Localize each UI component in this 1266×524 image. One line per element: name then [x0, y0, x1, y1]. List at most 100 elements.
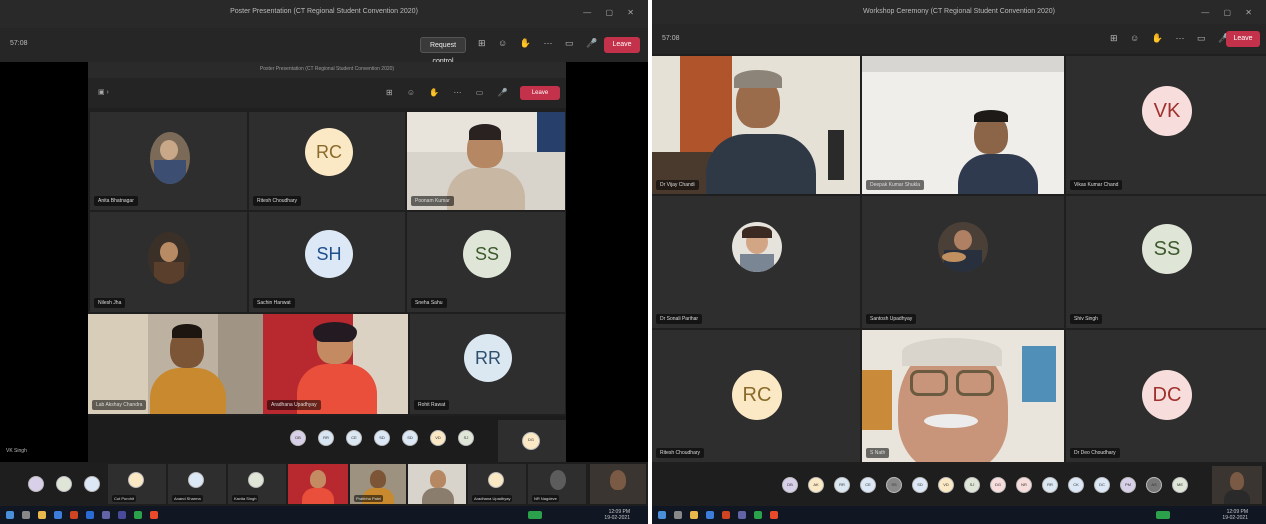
overflow-avatar[interactable]: CE	[860, 477, 876, 493]
participant-tile[interactable]: Nilesh Jha	[90, 212, 247, 312]
participant-tile[interactable]: SS Sneha Sahu	[407, 212, 565, 312]
right-leave-button[interactable]: Leave	[1226, 31, 1260, 47]
overflow-avatar[interactable]: SD	[912, 477, 928, 493]
teams-icon[interactable]	[118, 511, 126, 519]
participant-tile[interactable]: Anita Bhatnagar	[90, 112, 247, 210]
overflow-avatar[interactable]: DB	[290, 430, 306, 446]
overflow-avatar[interactable]: SD	[374, 430, 390, 446]
browser-icon[interactable]	[706, 511, 714, 519]
overflow-avatar[interactable]: SS	[886, 477, 902, 493]
overflow-avatar[interactable]: CK	[1068, 477, 1084, 493]
self-preview[interactable]	[1212, 466, 1262, 504]
app-icon[interactable]	[754, 511, 762, 519]
overflow-avatar[interactable]	[56, 476, 72, 492]
avatar	[732, 222, 782, 272]
participant-video[interactable]: Lab Akshay Chandra	[88, 314, 263, 414]
participant-name: S Nath	[866, 448, 890, 458]
participant-tile[interactable]: RC Ritesh Choudhary	[249, 112, 405, 210]
participant-name: Aradhana Upadhyay	[472, 495, 513, 502]
participant-tile[interactable]: Anand Sharma	[168, 464, 226, 504]
participant-tile[interactable]: Santosh Upadhyay	[862, 196, 1064, 328]
app-icon[interactable]	[770, 511, 778, 519]
participant-name: Nilesh Jha	[94, 298, 126, 308]
overflow-avatar[interactable]	[28, 476, 44, 492]
inner-toolbar-icons[interactable]: ⊞ ☺ ✋ ⋯ ▭ 🎤 ⬆	[386, 88, 534, 97]
participant-tile[interactable]: VK Vikas Kumar Chand	[1066, 56, 1266, 194]
participant-video[interactable]	[408, 464, 466, 504]
word-icon[interactable]	[86, 511, 94, 519]
participant-name: Anand Sharma	[172, 495, 203, 502]
self-preview[interactable]	[590, 464, 646, 504]
participant-name: Sachin Hanwat	[253, 298, 295, 308]
tray-icon[interactable]	[528, 511, 542, 519]
participant-video[interactable]	[288, 464, 348, 504]
avatar-initials: RC	[305, 128, 353, 176]
overflow-avatar[interactable]: DB	[782, 477, 798, 493]
avatar-initials: SS	[1142, 224, 1192, 274]
avatar-initials: VK	[1142, 86, 1192, 136]
overflow-avatar[interactable]: NR	[1016, 477, 1032, 493]
overflow-avatar[interactable]: VD	[938, 477, 954, 493]
office-icon[interactable]	[70, 511, 78, 519]
participant-tile[interactable]: Kavita Singh	[228, 464, 286, 504]
participant-tile[interactable]: Aradhana Upadhyay	[468, 464, 526, 504]
right-window-controls[interactable]: — ▢ ✕	[1201, 8, 1258, 17]
overflow-avatar[interactable]: PM	[1120, 477, 1136, 493]
search-icon[interactable]	[674, 511, 682, 519]
participant-video[interactable]: Deepak Kumar Shukla	[862, 56, 1064, 194]
app-icon[interactable]	[150, 511, 158, 519]
browser-icon[interactable]	[54, 511, 62, 519]
overflow-tile[interactable]: DG	[498, 420, 566, 462]
left-toolbar-icons[interactable]: ⊞ ☺ ✋ ⋯ ▭ 🎤 ⬆	[478, 38, 622, 49]
participant-video[interactable]: S Nath	[862, 330, 1064, 462]
inner-title-bar: Poster Presentation (CT Regional Student…	[88, 62, 566, 78]
overflow-avatar[interactable]: DG	[522, 432, 540, 450]
participant-tile[interactable]: NR Nagdeve	[528, 464, 586, 504]
overflow-avatar[interactable]: SJ	[458, 430, 474, 446]
left-teams-window: Poster Presentation (CT Regional Student…	[0, 0, 648, 524]
overflow-avatar[interactable]: CE	[346, 430, 362, 446]
participant-video[interactable]: Pratibha Patel	[350, 464, 406, 504]
overflow-avatar[interactable]: RR	[834, 477, 850, 493]
right-taskbar-clock: 12:09 PM 19-02-2021	[1222, 509, 1248, 521]
overflow-avatar[interactable]: SD	[402, 430, 418, 446]
participant-tile[interactable]: Dr Sonali Parihar	[652, 196, 860, 328]
start-icon[interactable]	[6, 511, 14, 519]
participant-tile[interactable]: RR Rohit Rawat	[410, 314, 565, 414]
overflow-avatar[interactable]: RR	[1042, 477, 1058, 493]
overflow-avatar[interactable]: ME	[1172, 477, 1188, 493]
folder-icon[interactable]	[690, 511, 698, 519]
request-control-button[interactable]: Request control	[420, 37, 466, 65]
left-window-controls[interactable]: — ▢ ✕	[583, 8, 640, 17]
overflow-avatar[interactable]: AK	[808, 477, 824, 493]
overflow-avatar[interactable]: DG	[990, 477, 1006, 493]
participant-video[interactable]: Dr Vijay Chandi	[652, 56, 860, 194]
participant-video[interactable]: Poonam Kumar	[407, 112, 565, 210]
overflow-avatar[interactable]: DC	[1094, 477, 1110, 493]
participant-name: Vikas Kumar Chand	[1070, 180, 1123, 190]
folder-icon[interactable]	[38, 511, 46, 519]
avatar	[550, 470, 566, 490]
inner-menu-icon[interactable]: ▣ ›	[98, 88, 109, 96]
participant-tile[interactable]: SH Sachin Hanwat	[249, 212, 405, 312]
participant-tile[interactable]: SS Shiv Singh	[1066, 196, 1266, 328]
participant-tile[interactable]: Cut Purohit	[108, 464, 166, 504]
start-icon[interactable]	[658, 511, 666, 519]
overflow-avatar[interactable]	[84, 476, 100, 492]
overflow-avatar[interactable]: VD	[430, 430, 446, 446]
participant-name: Pratibha Patel	[354, 495, 384, 502]
left-leave-button[interactable]: Leave	[604, 37, 640, 53]
overflow-avatar[interactable]: RR	[318, 430, 334, 446]
participant-video[interactable]: Aradhana Upadhyay	[263, 314, 408, 414]
search-icon[interactable]	[22, 511, 30, 519]
inner-leave-button[interactable]: Leave	[520, 86, 560, 100]
tray-icon[interactable]	[1156, 511, 1170, 519]
participant-tile[interactable]: RC Ritesh Choudhary	[652, 330, 860, 462]
app-icon[interactable]	[134, 511, 142, 519]
teams-icon[interactable]	[738, 511, 746, 519]
overflow-avatar[interactable]: AS	[1146, 477, 1162, 493]
teams-icon[interactable]	[102, 511, 110, 519]
participant-tile[interactable]: DC Dr Deo Choudhary	[1066, 330, 1266, 462]
overflow-avatar[interactable]: SJ	[964, 477, 980, 493]
office-icon[interactable]	[722, 511, 730, 519]
